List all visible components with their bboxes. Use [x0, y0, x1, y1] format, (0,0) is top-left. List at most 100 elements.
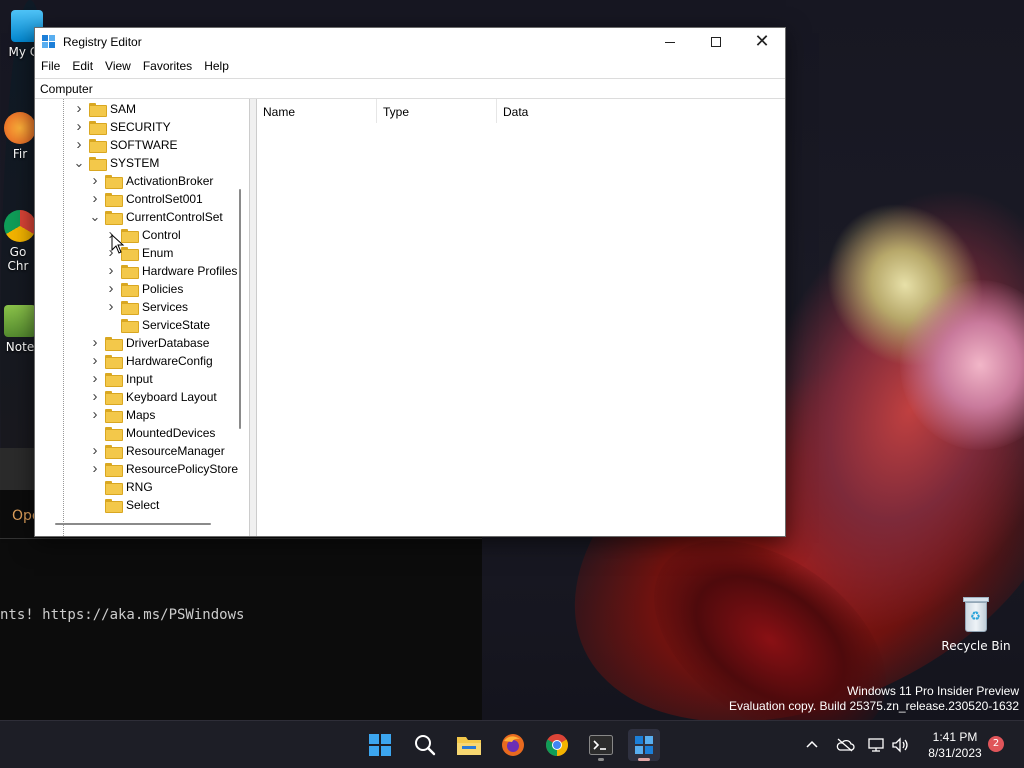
tree-node[interactable]: › Input: [89, 370, 153, 388]
notepad-icon: [4, 305, 36, 337]
network-icon: [868, 738, 884, 752]
file-explorer-button[interactable]: [453, 729, 485, 761]
tree-node-label: ResourcePolicyStore: [126, 462, 239, 476]
cloud-offline-icon: [836, 738, 855, 752]
chevron-right-icon[interactable]: ›: [73, 119, 85, 134]
column-header-type[interactable]: Type: [377, 99, 497, 123]
tree-node[interactable]: › ResourceManager: [89, 442, 225, 460]
tree-node[interactable]: Select: [89, 496, 159, 514]
minimize-icon: [665, 41, 675, 43]
start-button[interactable]: [364, 729, 396, 761]
column-header-data[interactable]: Data: [497, 99, 617, 123]
terminal-button[interactable]: [585, 729, 617, 761]
tree-node[interactable]: › Services: [105, 298, 188, 316]
tree-node-label: SAM: [110, 102, 137, 116]
tree-node[interactable]: ⌄ SYSTEM: [73, 154, 159, 172]
tree-horizontal-scrollbar[interactable]: [55, 523, 211, 525]
column-header-name[interactable]: Name: [257, 99, 377, 123]
tree-node-label: CurrentControlSet: [126, 210, 223, 224]
menu-view[interactable]: View: [99, 56, 137, 78]
chevron-right-icon[interactable]: ›: [73, 137, 85, 152]
folder-icon: [105, 427, 123, 441]
chevron-right-icon[interactable]: ›: [89, 407, 101, 422]
folder-icon: [121, 265, 139, 279]
desktop-icon-label: Go Chr: [7, 245, 29, 273]
folder-icon: [105, 175, 123, 189]
tree-node[interactable]: ⌄ CurrentControlSet: [89, 208, 223, 226]
chevron-right-icon[interactable]: ›: [89, 443, 101, 458]
chevron-right-icon[interactable]: ›: [73, 101, 85, 116]
clock[interactable]: 1:41 PM 8/31/2023: [922, 729, 988, 761]
chevron-down-icon[interactable]: ⌄: [89, 210, 101, 223]
terminal-output-line: nts! https://aka.ms/PSWindows: [0, 607, 245, 623]
search-icon: [415, 735, 436, 756]
tree-node[interactable]: RNG: [89, 478, 153, 496]
registry-editor-window[interactable]: Registry Editor ✕ File Edit View Favorit…: [34, 27, 786, 537]
values-list[interactable]: Name Type Data: [256, 99, 785, 536]
tree-node[interactable]: › Hardware Profiles: [105, 262, 237, 280]
chevron-right-icon[interactable]: ›: [105, 299, 117, 314]
mouse-cursor-icon: [111, 234, 125, 254]
chevron-right-icon[interactable]: ›: [89, 371, 101, 386]
maximize-button[interactable]: [693, 28, 739, 56]
chevron-right-icon[interactable]: ›: [105, 281, 117, 296]
registry-editor-icon: [635, 736, 653, 754]
chevron-right-icon[interactable]: ›: [89, 389, 101, 404]
folder-icon: [121, 283, 139, 297]
tree-node-label: Input: [126, 372, 153, 386]
menu-favorites[interactable]: Favorites: [137, 56, 198, 78]
chrome-icon: [4, 210, 36, 242]
onedrive-button[interactable]: [835, 721, 855, 768]
title-bar[interactable]: Registry Editor ✕: [35, 28, 785, 56]
tree-node[interactable]: › SAM: [73, 100, 136, 118]
network-button[interactable]: [867, 721, 887, 768]
menu-file[interactable]: File: [35, 56, 66, 78]
folder-icon: [89, 139, 107, 153]
chevron-down-icon[interactable]: ⌄: [73, 156, 85, 169]
search-button[interactable]: [409, 729, 441, 761]
menu-help[interactable]: Help: [198, 56, 235, 78]
tree-node-label: Enum: [142, 246, 174, 260]
tree-node[interactable]: › ActivationBroker: [89, 172, 213, 190]
volume-button[interactable]: [891, 721, 911, 768]
tree-node[interactable]: › SOFTWARE: [73, 136, 178, 154]
address-bar[interactable]: Computer: [35, 78, 785, 99]
folder-icon: [105, 211, 123, 225]
folder-icon: [105, 499, 123, 513]
tree-node[interactable]: › Keyboard Layout: [89, 388, 217, 406]
recycle-bin-label: Recycle Bin: [941, 639, 1011, 653]
tree-node[interactable]: › SECURITY: [73, 118, 171, 136]
close-icon: ✕: [754, 31, 770, 52]
tree-node[interactable]: ServiceState: [105, 316, 210, 334]
tree-vertical-scrollbar[interactable]: [239, 189, 241, 429]
close-button[interactable]: ✕: [739, 28, 785, 56]
chevron-right-icon[interactable]: ›: [105, 263, 117, 278]
chrome-button[interactable]: [541, 729, 573, 761]
key-tree[interactable]: › SAM › SECURITY › SOFTWARE ⌄ SYSTEM › Activation…: [35, 99, 250, 536]
chevron-right-icon[interactable]: ›: [89, 191, 101, 206]
chevron-right-icon[interactable]: ›: [89, 335, 101, 350]
minimize-button[interactable]: [647, 28, 693, 56]
clock-date: 8/31/2023: [928, 746, 982, 760]
firefox-button[interactable]: [497, 729, 529, 761]
recycle-bin[interactable]: ♻ Recycle Bin: [940, 597, 1012, 653]
tree-node-label: RNG: [126, 480, 153, 494]
tree-node[interactable]: › ControlSet001: [89, 190, 203, 208]
notification-badge[interactable]: 2: [988, 736, 1004, 752]
tree-node[interactable]: › Maps: [89, 406, 155, 424]
tree-node[interactable]: › ResourcePolicyStore: [89, 460, 238, 478]
menu-edit[interactable]: Edit: [66, 56, 99, 78]
tree-node[interactable]: MountedDevices: [89, 424, 215, 442]
tree-node-label: Hardware Profiles: [142, 264, 238, 278]
tree-node-label: SYSTEM: [110, 156, 160, 170]
chevron-right-icon[interactable]: ›: [89, 461, 101, 476]
show-hidden-icons-button[interactable]: [805, 721, 819, 768]
registry-editor-taskbar-button[interactable]: [628, 729, 660, 761]
tree-node-label: Maps: [126, 408, 156, 422]
tree-node[interactable]: › Policies: [105, 280, 183, 298]
tree-node[interactable]: › DriverDatabase: [89, 334, 209, 352]
chevron-right-icon[interactable]: ›: [89, 173, 101, 188]
chevron-right-icon[interactable]: ›: [89, 353, 101, 368]
firefox-icon: [502, 734, 524, 756]
tree-node[interactable]: › HardwareConfig: [89, 352, 213, 370]
